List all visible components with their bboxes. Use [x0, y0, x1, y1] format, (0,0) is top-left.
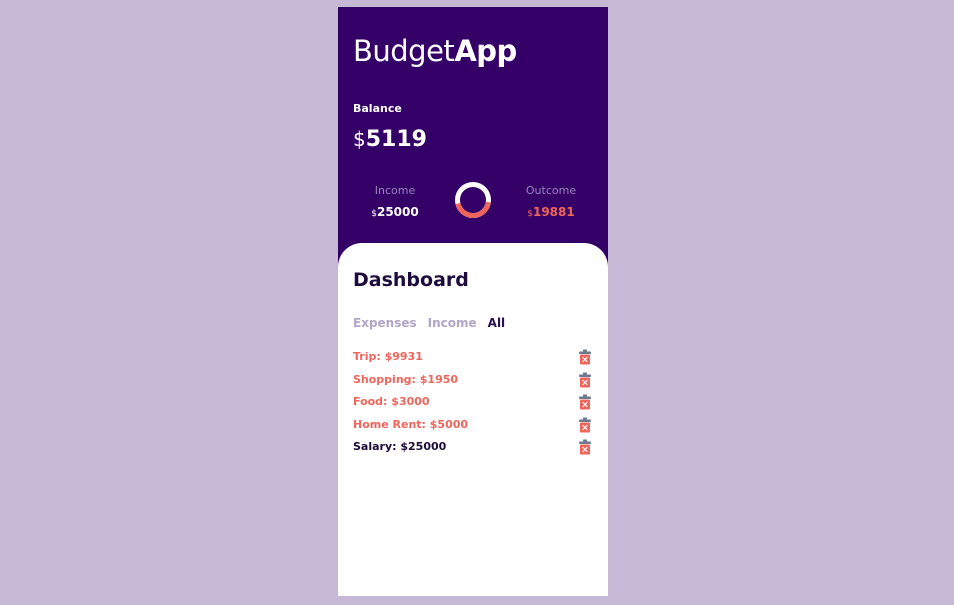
balance-amount: 5119 [365, 127, 427, 152]
trash-icon[interactable] [578, 417, 592, 433]
entry-text: Food: $3000 [353, 395, 430, 409]
trash-icon[interactable] [578, 394, 592, 410]
trash-icon[interactable] [578, 372, 592, 388]
app-title-bold: App [454, 34, 517, 68]
app-header: BudgetApp Balance $5119 Income $25000 Ou… [338, 7, 608, 269]
tab-expenses[interactable]: Expenses [353, 315, 417, 331]
entry-text: Salary: $25000 [353, 440, 447, 454]
income-label: Income [374, 184, 416, 197]
outcome-summary: Outcome $19881 [506, 184, 596, 221]
list-item: Home Rent: $5000 [353, 414, 593, 437]
dashboard-panel: Dashboard Expenses Income All Trip: $993… [338, 243, 608, 596]
entry-text: Shopping: $1950 [353, 372, 459, 386]
list-item: Shopping: $1950 [353, 369, 593, 392]
entry-text: Trip: $9931 [353, 350, 423, 364]
app-title: BudgetApp [353, 31, 517, 71]
outcome-label: Outcome [525, 184, 577, 197]
list-item: Trip: $9931 [353, 346, 593, 369]
tab-income[interactable]: Income [428, 315, 477, 331]
outcome-amount: 19881 [532, 205, 575, 219]
app-title-light: Budget [353, 34, 455, 68]
balance-currency: $ [353, 127, 366, 151]
trash-icon[interactable] [578, 439, 592, 455]
trash-icon[interactable] [578, 349, 592, 365]
budget-app: BudgetApp Balance $5119 Income $25000 Ou… [338, 7, 608, 596]
balance-value: $5119 [353, 125, 427, 154]
entry-text: Home Rent: $5000 [353, 417, 469, 431]
income-amount: 25000 [376, 205, 419, 219]
dashboard-title: Dashboard [353, 269, 469, 291]
balance-label: Balance [353, 102, 402, 115]
income-summary: Income $25000 [350, 184, 440, 221]
outcome-value: $19881 [506, 205, 596, 221]
filter-tabs: Expenses Income All [353, 315, 505, 331]
tab-all[interactable]: All [488, 315, 506, 331]
list-item: Salary: $25000 [353, 436, 593, 459]
list-item: Food: $3000 [353, 391, 593, 414]
income-value: $25000 [350, 205, 440, 221]
income-outcome-donut [455, 182, 491, 218]
entry-list: Trip: $9931 Shopping: $1950 Food: $3000 … [353, 346, 593, 459]
